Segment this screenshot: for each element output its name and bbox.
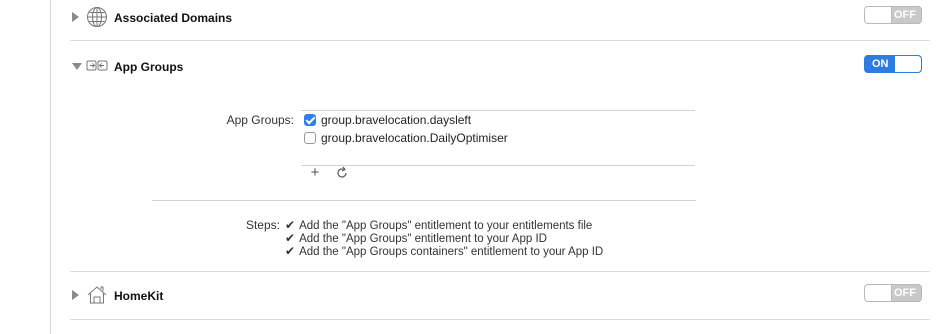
section-divider — [70, 271, 930, 272]
app-groups-toggle[interactable]: ON — [864, 55, 922, 73]
homekit-toggle[interactable]: OFF — [864, 284, 922, 302]
toggle-label: OFF — [894, 9, 916, 21]
associated-domains-toggle[interactable]: OFF — [864, 6, 922, 24]
steps-divider — [152, 200, 696, 201]
disclosure-triangle-down-icon[interactable] — [72, 63, 82, 70]
left-sidebar-edge — [0, 0, 51, 334]
disclosure-triangle-right-icon[interactable] — [72, 12, 79, 22]
checkmark-icon: ✔ — [285, 218, 296, 232]
section-app-groups: App Groups ON — [70, 53, 930, 83]
section-divider — [70, 40, 930, 41]
app-groups-list: group.bravelocation.daysleft group.brave… — [301, 110, 695, 166]
step-item: ✔ Add the "App Groups" entitlement to you… — [285, 231, 547, 245]
list-item-label: group.bravelocation.DailyOptimiser — [321, 131, 508, 145]
home-icon — [86, 284, 108, 306]
checkbox-checked[interactable] — [304, 114, 316, 126]
disclosure-triangle-right-icon[interactable] — [72, 290, 79, 300]
refresh-icon[interactable] — [333, 164, 351, 182]
steps-label: Steps: — [245, 218, 280, 232]
globe-icon — [86, 6, 108, 28]
checkbox-unchecked[interactable] — [304, 132, 316, 144]
section-title-associated-domains: Associated Domains — [114, 11, 233, 25]
toggle-knob — [894, 56, 921, 72]
checkmark-icon: ✔ — [285, 231, 296, 245]
section-associated-domains: Associated Domains OFF — [70, 4, 930, 34]
list-item[interactable]: group.bravelocation.daysleft — [304, 111, 471, 129]
toggle-label: ON — [872, 58, 889, 70]
toggle-label: OFF — [894, 287, 916, 299]
add-button[interactable]: + — [306, 164, 324, 182]
step-text: Add the "App Groups containers" entitlem… — [299, 246, 604, 258]
step-item: ✔ Add the "App Groups" entitlement to you… — [285, 218, 592, 232]
section-title-app-groups: App Groups — [114, 60, 184, 74]
list-item-label: group.bravelocation.daysleft — [321, 113, 472, 127]
section-title-homekit: HomeKit — [114, 289, 164, 303]
toggle-knob — [865, 7, 892, 23]
checkmark-icon: ✔ — [285, 244, 296, 258]
app-groups-label: App Groups: — [226, 113, 294, 127]
list-item[interactable]: group.bravelocation.DailyOptimiser — [304, 129, 508, 147]
section-homekit: HomeKit OFF — [70, 282, 930, 312]
toggle-knob — [865, 285, 892, 301]
app-groups-icon — [86, 55, 108, 77]
section-divider — [70, 319, 930, 320]
step-item: ✔ Add the "App Groups containers" entitle… — [285, 244, 603, 258]
